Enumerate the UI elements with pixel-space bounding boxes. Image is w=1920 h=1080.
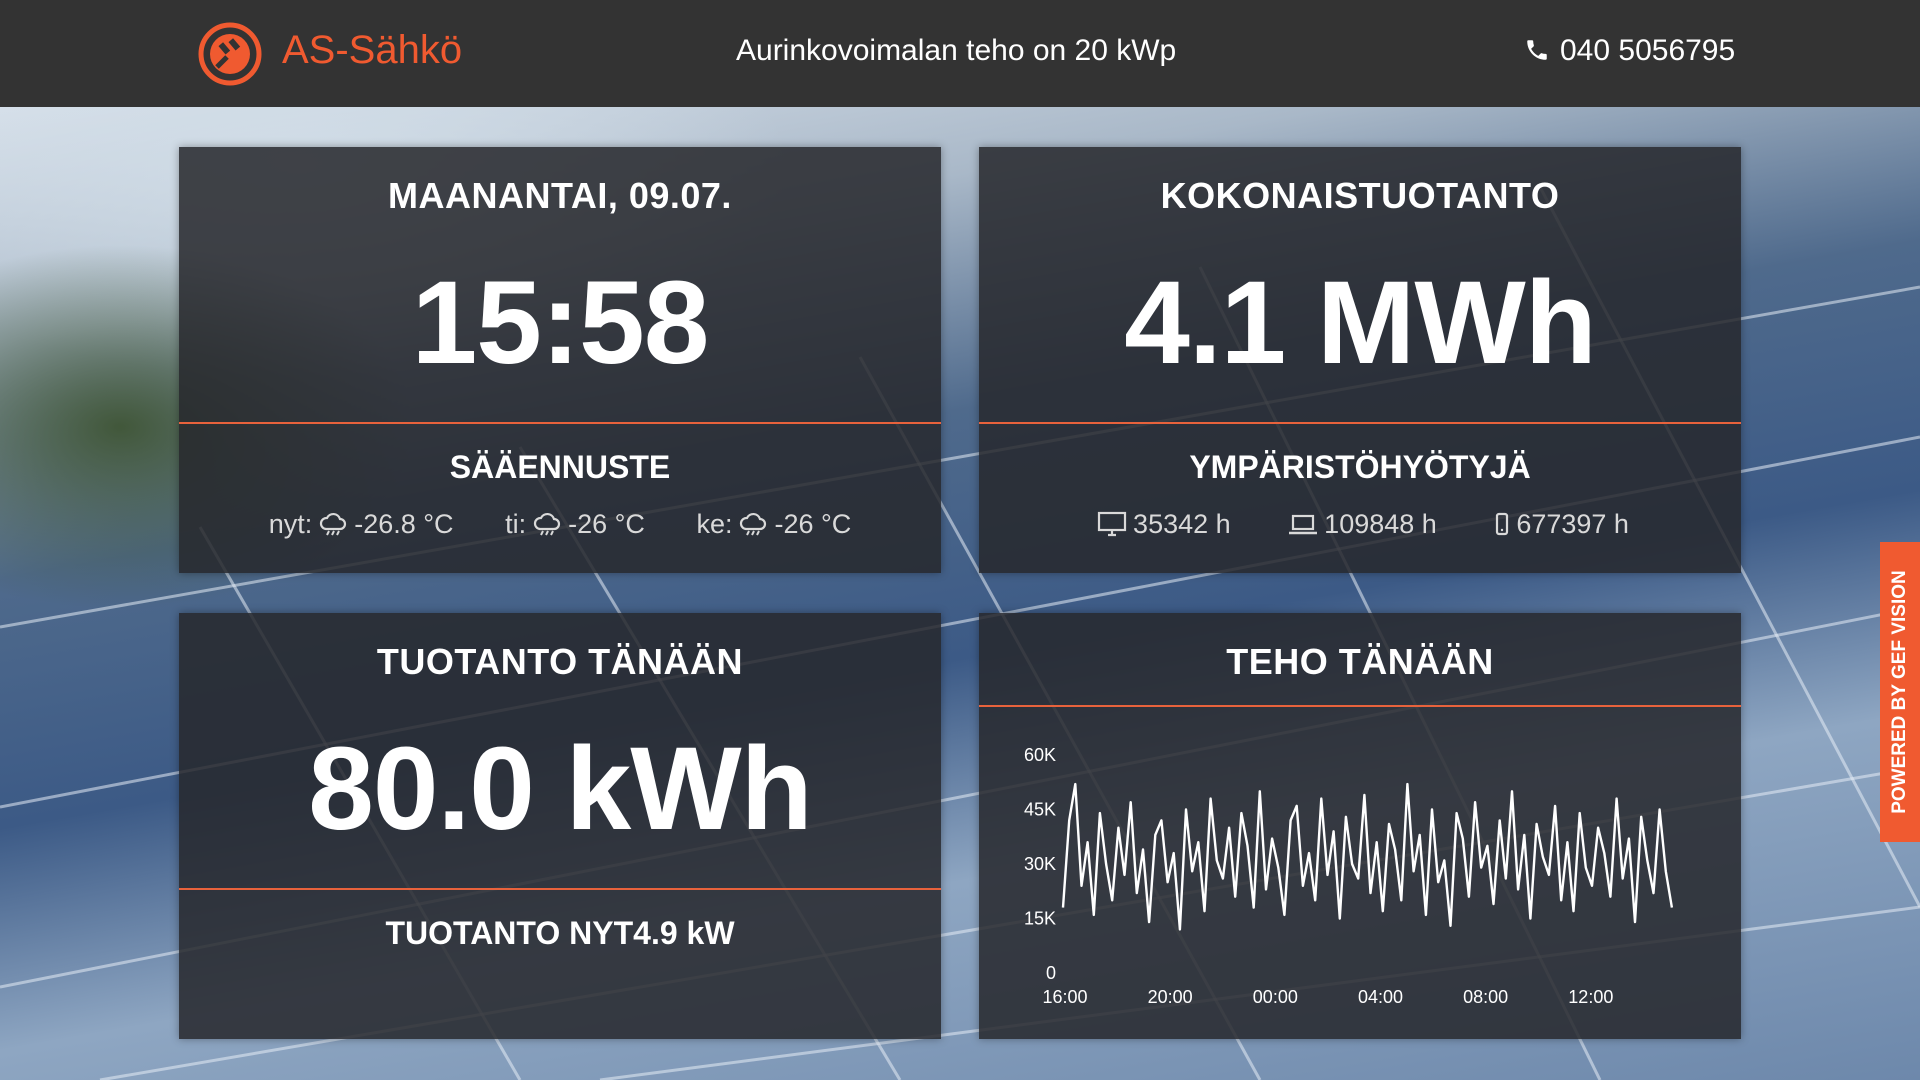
- x-tick-label: 16:00: [1042, 987, 1087, 1007]
- monitor-icon: [1097, 511, 1127, 537]
- production-today-card: TUOTANTO TÄNÄÄN 80.0 kWh TUOTANTO NYT4.9…: [179, 613, 941, 1039]
- x-tick-label: 12:00: [1568, 987, 1613, 1007]
- phone-contact[interactable]: 040 5056795: [1524, 34, 1735, 68]
- benefit-hours: 35342 h: [1133, 509, 1231, 539]
- benefit-laptop: 109848 h: [1282, 509, 1437, 540]
- phone-number: 040 5056795: [1560, 34, 1736, 67]
- brand-name[interactable]: AS-Sähkö: [282, 28, 462, 73]
- chart-divider: [979, 705, 1741, 707]
- benefits-row: 35342 h 109848 h 677397 h: [979, 509, 1741, 540]
- cloud-rain-icon: [740, 512, 767, 536]
- production-today-value: 80.0 kWh: [308, 723, 813, 855]
- total-production-title: KOKONAISTUOTANTO: [1160, 175, 1560, 216]
- mobile-phone-icon: [1496, 512, 1509, 536]
- forecast-day-label: nyt:: [268, 509, 313, 539]
- benefit-hours: 109848 h: [1324, 509, 1437, 539]
- date-label: MAANANTAI, 09.07.: [388, 175, 732, 216]
- cloud-rain-icon: [533, 512, 561, 536]
- y-tick-label: 45K: [1024, 800, 1056, 820]
- x-tick-label: 20:00: [1148, 987, 1193, 1007]
- power-series-line: [1061, 782, 1674, 931]
- power-today-card: TEHO TÄNÄÄN 0 15K 30K 45K 60K 16:00 20:00 00:00…: [979, 613, 1741, 1039]
- forecast-temp: -26.8 °C: [354, 509, 454, 539]
- total-production-value: 4.1 MWh: [1124, 257, 1597, 389]
- power-line-chart: 0 15K 30K 45K 60K 16:00 20:00 00:00 04:00 08:00 12…: [1024, 745, 1674, 1007]
- forecast-row: nyt: -26.8 °C ti: -26 °C ke: -26 °C: [179, 509, 941, 540]
- total-divider: [979, 422, 1741, 424]
- laptop-icon: [1289, 514, 1318, 535]
- phone-icon: [1527, 40, 1547, 60]
- clock-divider: [179, 422, 941, 424]
- today-divider: [179, 888, 941, 890]
- cloud-rain-icon: [320, 512, 347, 536]
- plug-logo-icon: [198, 22, 262, 86]
- forecast-day-label: ke:: [696, 509, 733, 539]
- top-bar: AS-Sähkö Aurinkovoimalan teho on 20 kWp …: [0, 0, 1920, 107]
- y-tick-label: 0: [1046, 963, 1056, 983]
- benefit-monitor: 35342 h: [1091, 509, 1231, 540]
- forecast-temp: -26 °C: [568, 509, 645, 539]
- clock-card: MAANANTAI, 09.07. 15:58 SÄÄENNUSTE nyt: -…: [179, 147, 941, 573]
- powered-by-tab[interactable]: POWERED BY GEF VISION: [1880, 542, 1920, 842]
- production-now-label: TUOTANTO NYT4.9 kW: [385, 915, 735, 951]
- forecast-wednesday: ke: -26 °C: [696, 509, 851, 540]
- benefit-hours: 677397 h: [1516, 509, 1629, 539]
- x-tick-label: 00:00: [1253, 987, 1298, 1007]
- production-today-title: TUOTANTO TÄNÄÄN: [376, 641, 744, 682]
- total-production-card: KOKONAISTUOTANTO 4.1 MWh YMPÄRISTÖHYÖTYJ…: [979, 147, 1741, 573]
- benefits-title: YMPÄRISTÖHYÖTYJÄ: [1189, 449, 1531, 485]
- chart-title: TEHO TÄNÄÄN: [1226, 641, 1494, 682]
- plant-capacity-text: Aurinkovoimalan teho on 20 kWp: [736, 34, 1177, 67]
- x-tick-label: 08:00: [1463, 987, 1508, 1007]
- current-time: 15:58: [411, 257, 710, 389]
- y-tick-label: 30K: [1024, 854, 1056, 874]
- forecast-day-label: ti:: [505, 509, 527, 539]
- forecast-tuesday: ti: -26 °C: [505, 509, 645, 540]
- y-tick-label: 60K: [1024, 745, 1056, 765]
- x-tick-label: 04:00: [1358, 987, 1403, 1007]
- benefit-phone: 677397 h: [1488, 509, 1629, 540]
- powered-by-label: POWERED BY GEF VISION: [1889, 570, 1910, 814]
- forecast-temp: -26 °C: [774, 509, 852, 539]
- forecast-title: SÄÄENNUSTE: [449, 449, 671, 485]
- y-tick-label: 15K: [1024, 909, 1056, 929]
- forecast-now: nyt: -26.8 °C: [269, 509, 454, 540]
